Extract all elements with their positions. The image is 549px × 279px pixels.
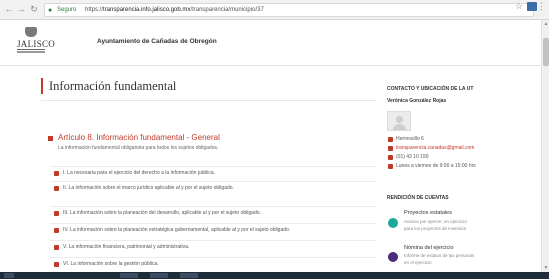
rendicion-heading: RENDICIÓN DE CUENTAS [387, 195, 449, 201]
contact-heading: CONTACTO Y UBICACIÓN DE LA UT [387, 86, 474, 92]
title-divider [41, 100, 376, 101]
list-item-text[interactable]: III. La información sobre la planeación … [63, 210, 261, 217]
taskbar-app-icon[interactable] [180, 273, 198, 278]
list-item[interactable]: I. La necesaria para el ejercicio del de… [50, 166, 376, 180]
list-item-text[interactable]: I. La necesaria para el ejercicio del de… [63, 170, 215, 177]
list-item-text[interactable]: IV. La información sobre la planeación e… [63, 227, 290, 234]
rc-item-title[interactable]: Proyectos estatales [404, 210, 452, 217]
email-icon [388, 146, 393, 151]
bookmark-star-icon[interactable]: ☆ [515, 1, 523, 12]
address-bar[interactable]: ● Seguro https://transparencia.info.jali… [44, 3, 534, 17]
extension-icon[interactable] [527, 2, 537, 11]
site-header [0, 20, 541, 66]
back-arrow-icon[interactable]: ← [4, 4, 14, 15]
section-bullet-icon [48, 136, 53, 141]
rc-item-subtitle: Informe de estatus de las personas [404, 253, 475, 258]
projects-icon [388, 218, 398, 228]
bullet-icon [54, 171, 59, 176]
list-item-text[interactable]: II. La información sobre el marco jurídi… [63, 185, 234, 192]
bullet-icon [54, 262, 59, 267]
list-item[interactable]: VI. La información sobre la gestión públ… [50, 257, 376, 271]
lock-icon: ● [48, 7, 53, 14]
list-item[interactable]: III. La información sobre la planeación … [50, 206, 376, 220]
clock-icon [388, 164, 393, 169]
taskbar-app-icon[interactable] [120, 273, 138, 278]
contact-name: Verónica González Rojas [387, 98, 447, 104]
location-icon [388, 137, 393, 142]
jalisco-logo[interactable]: JALISCO [17, 27, 56, 59]
page-scrollbar[interactable]: ▲ ▼ [541, 20, 549, 272]
phone-icon [388, 155, 393, 160]
logo-text: JALISCO [17, 39, 56, 50]
page-title: Información fundamental [49, 79, 177, 93]
secure-label: Seguro [57, 7, 77, 13]
menu-dots-icon[interactable]: ⋮ [537, 1, 546, 12]
crest-icon [25, 27, 37, 37]
start-icon[interactable] [4, 273, 14, 278]
scroll-down-icon[interactable]: ▼ [542, 264, 549, 272]
os-taskbar [0, 272, 549, 279]
bullet-icon [54, 211, 59, 216]
list-item-text[interactable]: V. La información financiera, patrimonia… [63, 244, 189, 251]
rc-item-subtitle-2: para los proyectos de inversión [404, 226, 467, 231]
title-accent-bar [41, 78, 43, 94]
section-subtitle: La información fundamental obligatoria p… [58, 145, 219, 151]
avatar [387, 111, 411, 131]
list-item[interactable]: II. La información sobre el marco jurídi… [50, 181, 376, 195]
browser-toolbar: ← → ↻ ● Seguro https://transparencia.inf… [0, 0, 549, 20]
list-item[interactable]: IV. La información sobre la planeación e… [50, 223, 376, 237]
bullet-icon [54, 186, 59, 191]
url-text[interactable]: https://transparencia.info.jalisco.gob.m… [85, 6, 264, 15]
payroll-icon [388, 252, 398, 262]
scroll-thumb[interactable] [543, 38, 549, 66]
bullet-icon [54, 245, 59, 250]
contact-address: Hermosillo 6 [396, 136, 424, 142]
scroll-up-icon[interactable]: ▲ [542, 20, 549, 28]
site-title: Ayuntamiento de Cañadas de Obregón [97, 38, 217, 45]
taskbar-app-icon[interactable] [150, 273, 168, 278]
contact-email[interactable]: transparencia.canadas@gmail.com [396, 145, 474, 152]
rc-item-subtitle: Avance por ejercer, en ejercicio [404, 219, 467, 224]
logo-underline [17, 51, 45, 53]
rc-item-title[interactable]: Nómina del ejercicio [404, 245, 454, 252]
reload-icon[interactable]: ↻ [29, 4, 39, 15]
forward-arrow-icon[interactable]: → [16, 4, 26, 15]
list-item[interactable]: V. La información financiera, patrimonia… [50, 240, 376, 254]
list-item-text[interactable]: VI. La información sobre la gestión públ… [63, 261, 159, 268]
bullet-icon [54, 228, 59, 233]
rc-item-subtitle-2: en el ejercicio [404, 260, 432, 265]
section-title[interactable]: Artículo 8. Información fundamental - Ge… [58, 132, 220, 143]
contact-hours: Lunes a viernes de 9:00 a 15:00 hrs [396, 163, 476, 169]
contact-phone: (01) 43 10 150 [396, 154, 429, 160]
